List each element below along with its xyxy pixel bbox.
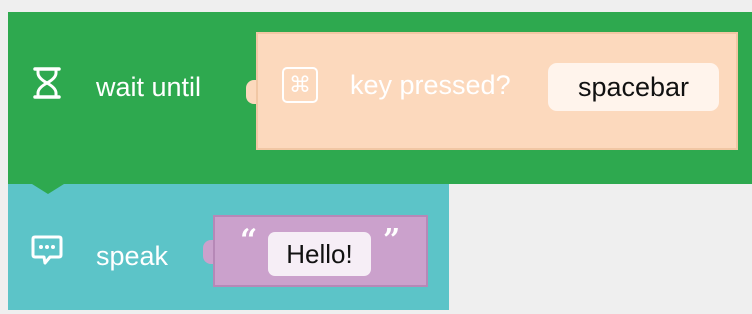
hourglass-icon xyxy=(33,67,61,99)
command-icon: ⌘ xyxy=(282,67,318,103)
key-pressed-label: key pressed? xyxy=(350,70,511,100)
open-quote-icon: “ xyxy=(240,223,258,258)
text-input[interactable]: Hello! xyxy=(268,232,371,276)
key-select-dropdown[interactable]: spacebar xyxy=(548,63,719,111)
block-connector-notch xyxy=(32,184,64,194)
speech-bubble-icon xyxy=(31,235,63,265)
wait-until-label: wait until xyxy=(96,72,202,102)
close-quote-icon: ” xyxy=(383,223,401,258)
code-canvas: wait until ⌘ key pressed? spacebar speak… xyxy=(0,0,752,314)
speak-label: speak xyxy=(96,241,169,271)
